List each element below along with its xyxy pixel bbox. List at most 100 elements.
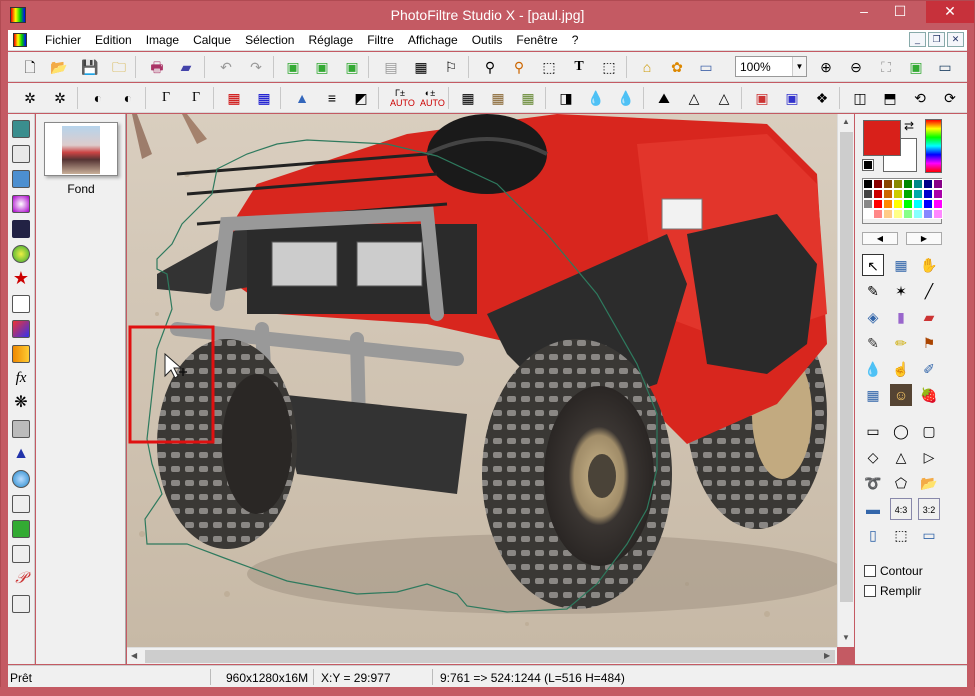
menu-filtre[interactable]: Filtre [360, 33, 401, 47]
reset-colors-icon[interactable] [862, 159, 874, 171]
doc-restore-button[interactable]: ❐ [928, 32, 945, 47]
arrow-select-icon[interactable]: ▷ [918, 446, 940, 468]
monitor-icon[interactable] [12, 170, 30, 188]
horizontal-scroll-thumb[interactable] [145, 650, 835, 663]
texture-icon[interactable]: ▦ [488, 88, 508, 108]
maximize-button[interactable]: ☐ [886, 1, 914, 23]
flip-vertical-icon[interactable]: ⬒ [880, 88, 900, 108]
color-replace-icon[interactable]: ▣ [782, 88, 802, 108]
text-tool-icon[interactable]: T [569, 57, 589, 77]
saturation-down-icon[interactable]: ▦ [224, 88, 244, 108]
fill-checkbox-box[interactable] [864, 585, 876, 597]
vertical-scrollbar[interactable]: ▲ ▼ [837, 114, 854, 647]
contour-checkbox-box[interactable] [864, 565, 876, 577]
effect-icon[interactable]: ❖ [812, 88, 832, 108]
invert-icon[interactable]: ◩ [351, 88, 371, 108]
copy-image-icon[interactable]: ▣ [283, 57, 303, 77]
saturation-up-icon[interactable]: ▦ [254, 88, 274, 108]
scroll-left-icon[interactable]: ◀ [131, 651, 137, 660]
contour-checkbox[interactable]: Contour [864, 564, 923, 578]
menu-fichier[interactable]: Fichier [38, 33, 88, 47]
blur-drop-icon[interactable]: 💧 [862, 358, 884, 380]
doc-minimize-button[interactable]: _ [909, 32, 926, 47]
auto-levels-icon[interactable]: Γ± AUTO [390, 88, 415, 108]
palette-prev-button[interactable]: ◀ [862, 232, 898, 245]
auto-contrast-icon[interactable]: ◐± AUTO [420, 88, 445, 108]
zoom-combobox[interactable]: 100% ▼ [735, 56, 807, 77]
triangle-select-icon[interactable]: △ [890, 446, 912, 468]
polygon-select-icon[interactable]: ⬠ [890, 472, 912, 494]
menu-selection[interactable]: Sélection [238, 33, 301, 47]
clone-tool-icon[interactable]: ✐ [918, 358, 940, 380]
person-tool-2-icon[interactable]: ⚲ [509, 57, 529, 77]
flip-horizontal-icon[interactable]: ◫ [850, 88, 870, 108]
document-icon[interactable] [13, 33, 27, 47]
save-html-icon[interactable] [12, 595, 30, 613]
orange-gradient-icon[interactable] [12, 345, 30, 363]
levels-icon[interactable]: ▲ [292, 88, 312, 108]
foreground-color-swatch[interactable] [863, 120, 901, 156]
globe-icon[interactable] [12, 470, 30, 488]
new-file-icon[interactable]: 🗋 [20, 57, 40, 77]
crop-frame-icon[interactable]: ⬚ [890, 524, 912, 546]
contrast-up-icon[interactable]: ◐ [118, 88, 138, 108]
rounded-rect-select-icon[interactable]: ▢ [918, 420, 940, 442]
sharpen-2-icon[interactable]: △ [714, 88, 734, 108]
palette-grid-icon[interactable]: ▦ [411, 57, 431, 77]
function-icon[interactable]: fx [12, 370, 30, 388]
plugin-icon[interactable]: ✿ [667, 57, 687, 77]
histogram-icon[interactable]: ▲ [12, 445, 30, 463]
chevron-down-icon[interactable]: ▼ [792, 57, 806, 76]
contrast-down-icon[interactable]: ◐ [88, 88, 108, 108]
gradient-icon[interactable]: ▤ [381, 57, 401, 77]
zoom-out-icon[interactable]: ⊖ [846, 57, 866, 77]
vertical-scroll-thumb[interactable] [840, 132, 853, 602]
menu-edition[interactable]: Edition [88, 33, 139, 47]
diamond-select-icon[interactable]: ◇ [862, 446, 884, 468]
sharpen-icon[interactable]: △ [684, 88, 704, 108]
menu-fenetre[interactable]: Fenêtre [509, 33, 564, 47]
menu-help[interactable]: ? [565, 33, 586, 47]
fit-window-icon[interactable]: ▣ [906, 57, 926, 77]
palette-next-button[interactable]: ▶ [906, 232, 942, 245]
star-icon[interactable]: ★ [12, 269, 30, 288]
calculator-icon[interactable] [12, 120, 30, 138]
pointer-tool-icon[interactable]: ↖ [862, 254, 884, 276]
fill-checkbox[interactable]: Remplir [864, 584, 921, 598]
redo-icon[interactable]: ↷ [246, 57, 266, 77]
scroll-down-icon[interactable]: ▼ [842, 633, 850, 642]
picture-frame-icon[interactable] [12, 520, 30, 538]
script-icon[interactable]: 𝒫 [12, 570, 30, 588]
menu-affichage[interactable]: Affichage [401, 33, 465, 47]
browser-icon[interactable]: ⌂ [637, 57, 657, 77]
select-all-icon[interactable]: ▬ [862, 498, 884, 520]
menu-reglage[interactable]: Réglage [301, 33, 360, 47]
fill-bucket-icon[interactable]: ◈ [862, 306, 884, 328]
pencil-tool-icon[interactable]: ✏ [890, 332, 912, 354]
portrait-frame-icon[interactable]: ▯ [862, 524, 884, 546]
grid-icon[interactable] [12, 420, 30, 438]
brightness-up-icon[interactable]: ✲ [50, 88, 70, 108]
blur-icon[interactable]: ◨ [556, 88, 576, 108]
portrait-tool-icon[interactable]: ☺ [890, 384, 912, 406]
menu-image[interactable]: Image [139, 33, 186, 47]
ratio-3-2-icon[interactable]: 3:2 [918, 498, 940, 520]
lasso-select-icon[interactable]: ➰ [862, 472, 884, 494]
hand-tool-icon[interactable]: ✋ [918, 254, 940, 276]
minimize-button[interactable]: – [850, 1, 878, 23]
save-as-icon[interactable]: 🗀 [109, 57, 129, 77]
camera-icon[interactable] [12, 220, 30, 238]
layer-manager-icon[interactable]: ▦ [890, 254, 912, 276]
color-spectrum[interactable] [925, 119, 942, 173]
pattern-icon[interactable]: ▦ [518, 88, 538, 108]
gradient-fill-icon[interactable] [12, 320, 30, 338]
spray-tool-icon[interactable]: ▮ [890, 306, 912, 328]
horizontal-scrollbar[interactable]: ◀ ▶ [127, 647, 837, 664]
menu-outils[interactable]: Outils [465, 33, 510, 47]
open-shape-icon[interactable]: 📂 [918, 472, 940, 494]
warp-tool-icon[interactable]: ▦ [862, 384, 884, 406]
paste-new-icon[interactable]: ▣ [342, 57, 362, 77]
rotate-2-icon[interactable]: ⟳ [940, 88, 960, 108]
actual-size-icon[interactable]: ⛶ [876, 57, 896, 77]
layer-thumbnail[interactable] [44, 122, 118, 176]
